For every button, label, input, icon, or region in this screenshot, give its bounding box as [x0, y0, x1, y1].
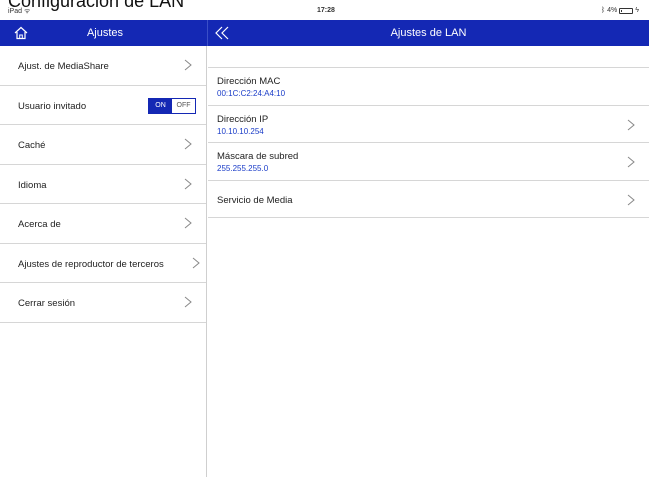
content-spacer — [208, 46, 649, 68]
row-value: 255.255.255.0 — [217, 164, 269, 173]
guest-user-toggle[interactable]: ON OFF — [148, 97, 196, 114]
sidebar-item-label: Idioma — [18, 179, 47, 191]
row-value: 00:1C:C2:24:A4:10 — [217, 89, 286, 98]
main-header: Ajustes de LAN — [208, 20, 649, 46]
row-title: Servicio de Media — [217, 194, 293, 206]
sidebar-item-label: Ajustes de reproductor de terceros — [18, 258, 164, 270]
chevron-right-icon — [627, 194, 635, 205]
row-title: Dirección IP — [217, 113, 269, 125]
sidebar-item-label: Ajust. de MediaShare — [18, 61, 109, 72]
row-media-service[interactable]: Servicio de Media — [208, 181, 649, 218]
sidebar: Ajust. de MediaShare Usuario invitado ON… — [0, 46, 207, 477]
sidebar-item-label: Acerca de — [18, 219, 61, 230]
chevron-right-icon — [192, 257, 200, 268]
row-title: Máscara de subred — [217, 151, 299, 162]
sidebar-title: Ajustes — [86, 27, 124, 39]
chevron-right-icon — [627, 119, 635, 130]
row-subnet-mask[interactable]: Máscara de subred 255.255.255.0 — [208, 143, 649, 181]
sidebar-item-guest-user: Usuario invitado ON OFF — [0, 86, 206, 125]
main-title: Ajustes de LAN — [390, 27, 467, 39]
chevron-right-icon — [184, 217, 192, 229]
row-title: Dirección MAC — [217, 76, 281, 87]
row-mac-address: Dirección MAC 00:1C:C2:24:A4:10 — [208, 68, 649, 106]
chevron-right-icon — [184, 59, 192, 71]
battery-percent: 4% — [607, 7, 618, 14]
chevron-right-icon — [184, 138, 192, 150]
sidebar-item-cache[interactable]: Caché — [0, 125, 206, 165]
status-right: ᛒ 4% ϟ — [601, 7, 639, 14]
main-content: Dirección MAC 00:1C:C2:24:A4:10 Direcció… — [208, 46, 649, 477]
row-value: 10.10.10.254 — [217, 126, 264, 136]
bluetooth-icon: ᛒ — [600, 7, 606, 14]
sidebar-item-third-party-player[interactable]: Ajustes de reproductor de terceros — [0, 244, 206, 283]
chevron-right-icon — [627, 156, 635, 168]
status-time: 17:28 — [317, 7, 335, 14]
page-heading: Configuración de LAN — [8, 0, 185, 11]
battery-icon — [619, 7, 634, 14]
sidebar-item-logout[interactable]: Cerrar sesión — [0, 283, 206, 323]
toggle-on[interactable]: ON — [149, 98, 172, 113]
sidebar-item-label: Cerrar sesión — [18, 298, 76, 309]
home-icon[interactable] — [14, 26, 28, 40]
row-ip-address[interactable]: Dirección IP 10.10.10.254 — [208, 106, 649, 143]
chevron-right-icon — [184, 296, 192, 308]
navbar: Ajustes Ajustes de LAN — [0, 20, 649, 46]
chevron-right-icon — [184, 178, 192, 189]
sidebar-item-language[interactable]: Idioma — [0, 165, 206, 204]
sidebar-item-mediashare[interactable]: Ajust. de MediaShare — [0, 46, 206, 86]
sidebar-item-about[interactable]: Acerca de — [0, 204, 206, 244]
toggle-off[interactable]: OFF — [172, 98, 195, 113]
sidebar-header: Ajustes — [0, 20, 207, 46]
charging-icon: ϟ — [635, 7, 639, 14]
sidebar-item-label: Caché — [18, 140, 46, 151]
sidebar-item-label: Usuario invitado — [18, 100, 87, 112]
